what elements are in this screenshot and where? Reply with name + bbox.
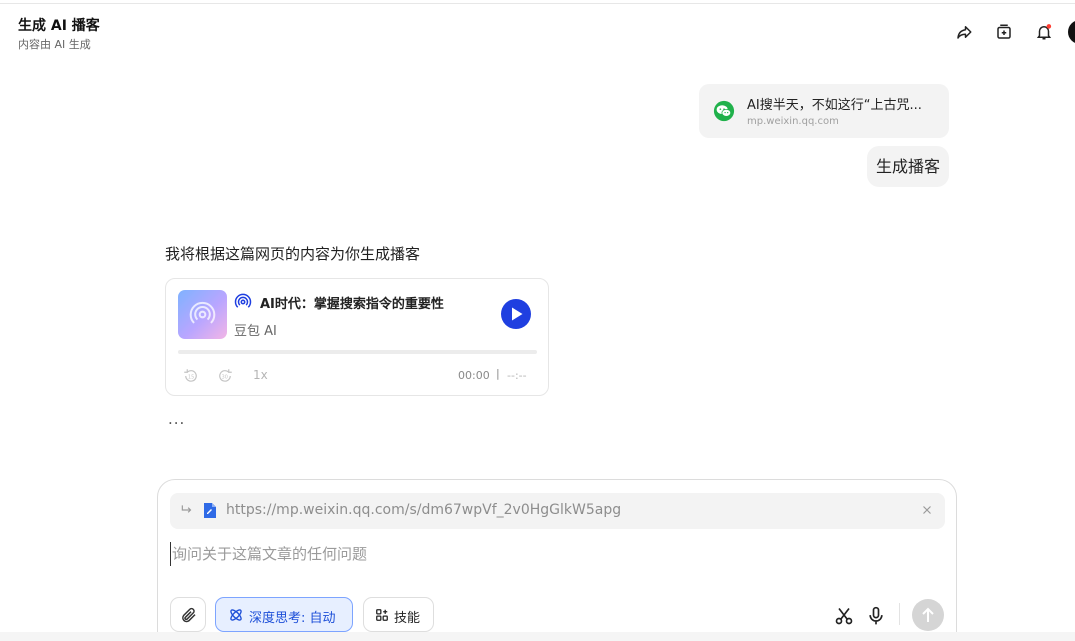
time-separator: | bbox=[496, 367, 500, 380]
assistant-message: 我将根据这篇网页的内容为你生成播客 bbox=[165, 245, 421, 263]
total-time: --:-- bbox=[507, 369, 527, 382]
podcast-cover bbox=[178, 290, 227, 339]
send-button[interactable] bbox=[912, 599, 944, 631]
podcast-author: 豆包 AI bbox=[234, 324, 277, 339]
progress-bar[interactable] bbox=[178, 350, 537, 354]
page-title: 生成 AI 播客 bbox=[18, 18, 100, 34]
loading-indicator: ... bbox=[168, 410, 186, 428]
avatar[interactable] bbox=[1068, 20, 1075, 44]
atom-icon bbox=[230, 609, 242, 621]
grid-icon bbox=[376, 609, 388, 621]
new-chat-icon[interactable] bbox=[994, 22, 1014, 42]
deep-think-button[interactable]: 深度思考: 自动 bbox=[215, 597, 353, 632]
podcast-title: AI时代：掌握搜索指令的重要性 bbox=[260, 297, 444, 312]
attach-button[interactable] bbox=[170, 597, 206, 632]
top-divider bbox=[0, 3, 1075, 4]
link-url: mp.weixin.qq.com bbox=[747, 116, 839, 127]
current-time: 00:00 bbox=[458, 369, 490, 382]
shared-link-card[interactable]: AI搜半天，不如这行“上古咒... mp.weixin.qq.com bbox=[699, 84, 949, 138]
attached-url-bar: https://mp.weixin.qq.com/s/dm67wpVf_2v0H… bbox=[170, 493, 945, 529]
user-message: 生成播客 bbox=[867, 146, 950, 187]
bell-icon[interactable] bbox=[1034, 22, 1054, 42]
podcast-cover-icon bbox=[189, 301, 216, 324]
forward-30-icon[interactable]: 30 bbox=[216, 367, 234, 385]
document-icon bbox=[204, 503, 216, 518]
close-icon[interactable] bbox=[920, 503, 934, 517]
play-button[interactable] bbox=[501, 299, 531, 329]
skills-label: 技能 bbox=[394, 611, 421, 626]
toolbar-divider bbox=[899, 603, 900, 625]
message-composer: https://mp.weixin.qq.com/s/dm67wpVf_2v0H… bbox=[157, 479, 957, 641]
paperclip-icon bbox=[182, 607, 196, 623]
share-icon[interactable] bbox=[954, 22, 974, 42]
svg-text:30: 30 bbox=[222, 374, 228, 380]
prompt-input[interactable] bbox=[170, 542, 945, 566]
skills-button[interactable]: 技能 bbox=[363, 597, 434, 632]
wechat-icon bbox=[713, 100, 735, 122]
podcast-player-card: AI时代：掌握搜索指令的重要性 豆包 AI 15 30 1x 00:00 | -… bbox=[165, 278, 549, 396]
page-subtitle: 内容由 AI 生成 bbox=[18, 38, 91, 51]
play-icon bbox=[512, 307, 523, 321]
reply-arrow-icon bbox=[181, 505, 192, 513]
link-title: AI搜半天，不如这行“上古咒... bbox=[747, 98, 922, 113]
rewind-15-icon[interactable]: 15 bbox=[182, 367, 200, 385]
microphone-icon[interactable] bbox=[866, 606, 886, 626]
playback-speed[interactable]: 1x bbox=[253, 368, 268, 382]
bottom-edge bbox=[0, 632, 1075, 641]
arrow-up-icon bbox=[922, 607, 934, 622]
svg-text:15: 15 bbox=[188, 374, 194, 380]
scissors-icon[interactable] bbox=[834, 606, 854, 626]
podcast-icon bbox=[234, 293, 252, 308]
deep-think-label: 深度思考: 自动 bbox=[249, 611, 336, 626]
attached-url: https://mp.weixin.qq.com/s/dm67wpVf_2v0H… bbox=[226, 502, 622, 518]
